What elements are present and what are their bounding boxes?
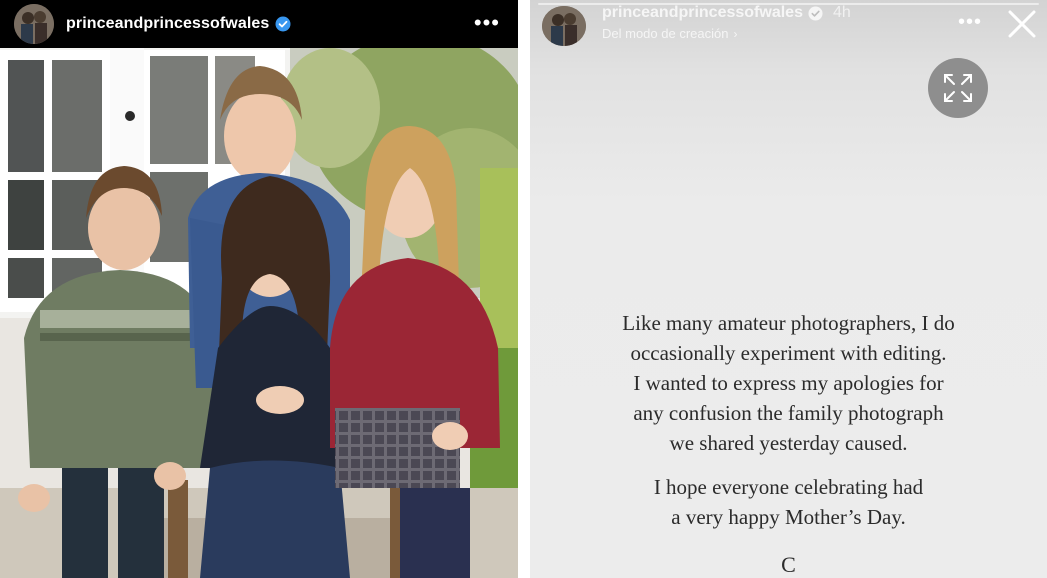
story-more-options-button[interactable]: ••• xyxy=(958,11,982,34)
feed-post: princeandprincessofwales ••• xyxy=(0,0,518,578)
story-message-line: any confusion the family photograph xyxy=(633,401,944,425)
panel-divider xyxy=(518,0,530,578)
story-view: princeandprincessofwales 4h Del modo de … xyxy=(530,0,1047,578)
story-message-line: a very happy Mother’s Day. xyxy=(671,505,906,529)
story-timestamp: 4h xyxy=(832,4,851,21)
profile-avatar[interactable] xyxy=(14,4,54,44)
story-subtitle-link[interactable]: Del modo de creación › xyxy=(602,26,737,41)
post-username[interactable]: princeandprincessofwales xyxy=(66,15,269,33)
more-options-button[interactable]: ••• xyxy=(474,12,500,34)
expand-button[interactable] xyxy=(928,58,988,118)
family-photo xyxy=(0,48,518,578)
story-avatar[interactable] xyxy=(542,6,586,46)
close-icon[interactable] xyxy=(1006,8,1038,40)
expand-icon xyxy=(944,74,972,102)
story-message-line: I hope everyone celebrating had xyxy=(653,475,924,499)
story-message-paragraph-2: I hope everyone celebrating had a very h… xyxy=(530,472,1047,532)
verified-badge-icon xyxy=(275,16,291,32)
post-header: princeandprincessofwales ••• xyxy=(0,0,518,48)
story-message-paragraph-1: Like many amateur photographers, I do oc… xyxy=(530,308,1047,458)
story-signature: C xyxy=(781,552,796,577)
story-subtitle: Del modo de creación xyxy=(602,26,729,41)
story-message-line: I wanted to express my apologies for xyxy=(633,371,944,395)
story-username-row: princeandprincessofwales 4h xyxy=(602,4,851,22)
story-message-line: we shared yesterday caused. xyxy=(669,431,908,455)
story-message-line: Like many amateur photographers, I do xyxy=(622,311,955,335)
story-username[interactable]: princeandprincessofwales xyxy=(602,4,803,22)
story-message-line: occasionally experiment with editing. xyxy=(630,341,947,365)
chevron-right-icon: › xyxy=(733,26,738,41)
verified-badge-icon xyxy=(808,5,823,21)
